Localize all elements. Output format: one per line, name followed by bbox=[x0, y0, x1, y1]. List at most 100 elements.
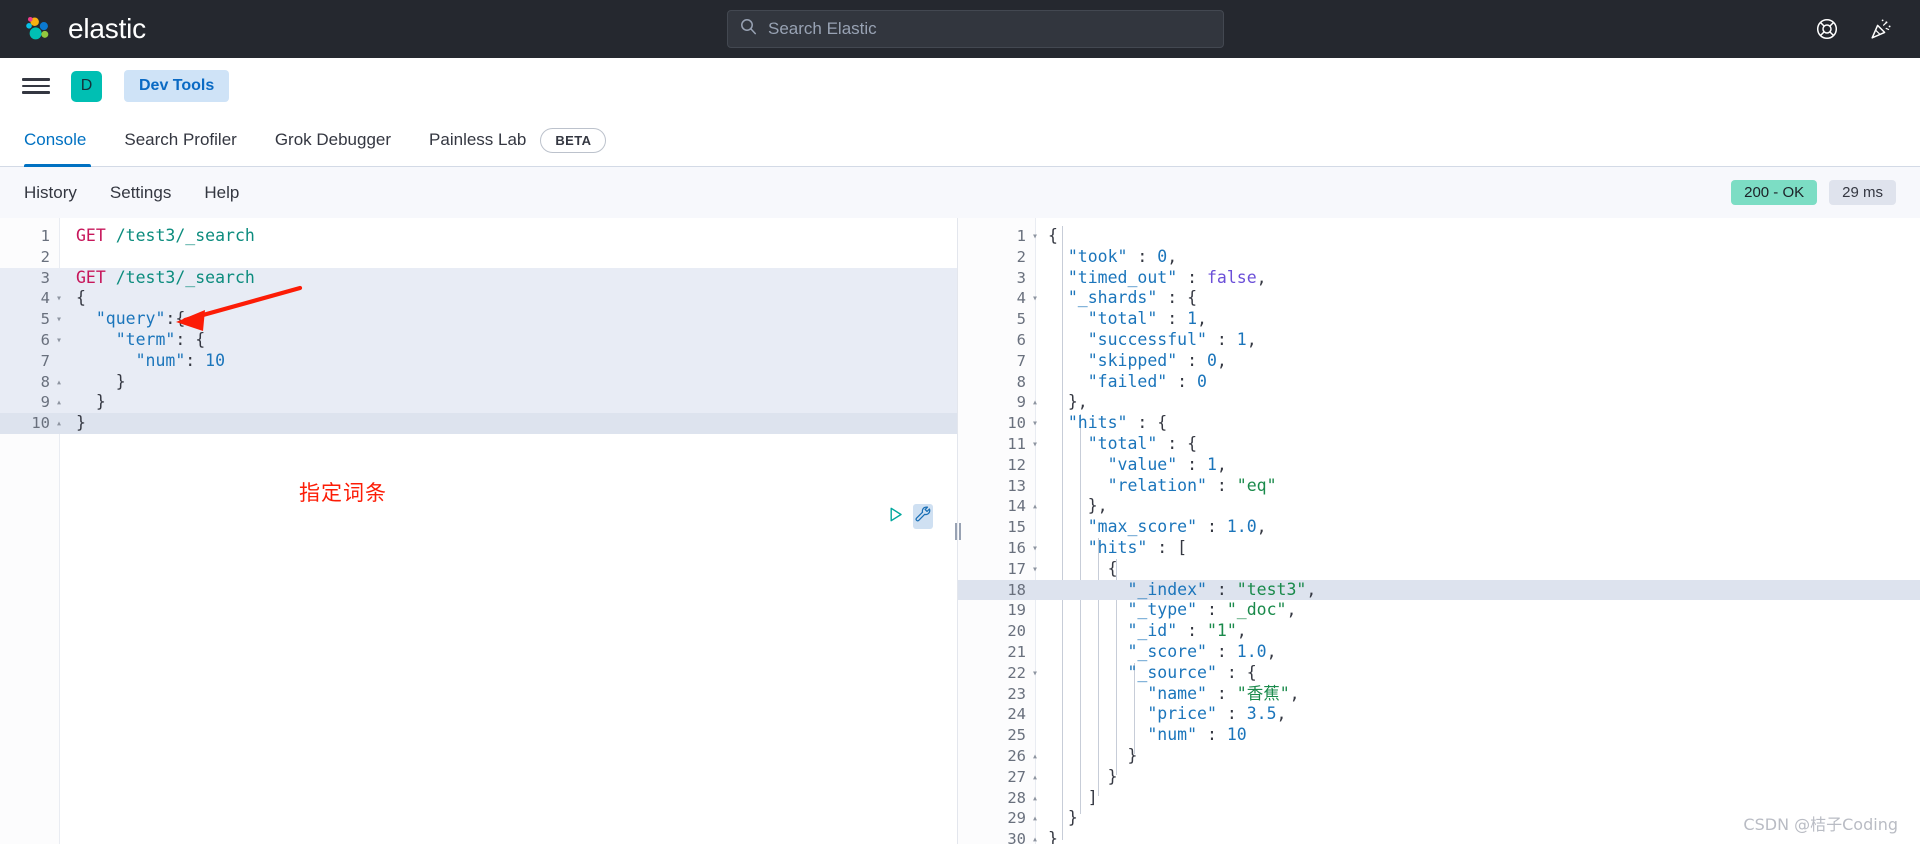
code-fold-toggle-icon[interactable]: ▾ bbox=[56, 288, 72, 309]
tab-console-label: Console bbox=[24, 130, 87, 149]
response-line[interactable]: 11 ▾ "total" : { bbox=[958, 434, 1920, 455]
response-line-number: 9 bbox=[1016, 393, 1026, 412]
response-line[interactable]: 26 ▴ } bbox=[958, 746, 1920, 767]
response-line[interactable]: 2 "took" : 0, bbox=[958, 247, 1920, 268]
response-line[interactable]: 10 ▾ "hits" : { bbox=[958, 413, 1920, 434]
response-line[interactable]: 24 "price" : 3.5, bbox=[958, 704, 1920, 725]
request-line-text: GET /test3/_search bbox=[76, 267, 255, 287]
response-line-text: "_index" : "test3", bbox=[1127, 579, 1317, 599]
response-line[interactable]: 3 "timed_out" : false, bbox=[958, 268, 1920, 289]
response-line[interactable]: 27 ▴ } bbox=[958, 767, 1920, 788]
code-fold-toggle-icon[interactable]: ▴ bbox=[1032, 829, 1048, 844]
pane-splitter[interactable] bbox=[952, 218, 964, 844]
response-line[interactable]: 8 "failed" : 0 bbox=[958, 372, 1920, 393]
response-line-text: "name" : "香蕉", bbox=[1147, 683, 1300, 703]
response-line[interactable]: 14 ▴ }, bbox=[958, 496, 1920, 517]
response-line[interactable]: 7 "skipped" : 0, bbox=[958, 351, 1920, 372]
breadcrumb-dev-tools[interactable]: Dev Tools bbox=[124, 70, 230, 102]
response-line[interactable]: 21 "_score" : 1.0, bbox=[958, 642, 1920, 663]
response-viewer-code[interactable]: 1 ▾{2 "took" : 0, 3 "timed_out" : false, 4 ▾… bbox=[958, 218, 1920, 844]
request-line[interactable]: 3 GET /test3/_search bbox=[0, 267, 957, 289]
code-fold-toggle-icon[interactable]: ▴ bbox=[1032, 392, 1048, 413]
response-line-number: 7 bbox=[1016, 351, 1026, 370]
response-line-text: ] bbox=[1087, 787, 1098, 807]
request-line[interactable]: 1 GET /test3/_search bbox=[0, 226, 957, 247]
space-avatar[interactable]: D bbox=[71, 70, 102, 102]
menu-item-help[interactable]: Help bbox=[204, 183, 239, 203]
code-fold-toggle-icon[interactable]: ▾ bbox=[56, 309, 72, 330]
request-line[interactable]: 6 ▾ "term": { bbox=[0, 329, 957, 351]
request-line[interactable]: 8 ▴ } bbox=[0, 371, 957, 393]
response-line[interactable]: 22 ▾ "_source" : { bbox=[958, 663, 1920, 684]
response-line[interactable]: 18 "_index" : "test3", bbox=[958, 579, 1920, 601]
response-line[interactable]: 4 ▾ "_shards" : { bbox=[958, 288, 1920, 309]
help-lifebuoy-icon[interactable] bbox=[1814, 16, 1840, 42]
code-fold-toggle-icon[interactable]: ▾ bbox=[1032, 559, 1048, 580]
response-line[interactable]: 17 ▾ { bbox=[958, 559, 1920, 580]
response-line[interactable]: 15 "max_score" : 1.0, bbox=[958, 517, 1920, 538]
menu-item-history[interactable]: History bbox=[24, 183, 77, 203]
request-line[interactable]: 2 bbox=[0, 247, 957, 268]
console-menu-bar: History Settings Help 200 - OK 29 ms bbox=[0, 167, 1920, 218]
brand: elastic bbox=[0, 13, 146, 45]
code-fold-toggle-icon[interactable]: ▴ bbox=[1032, 788, 1048, 809]
code-fold-toggle-icon[interactable]: ▴ bbox=[56, 413, 72, 434]
code-fold-toggle-icon[interactable]: ▾ bbox=[1032, 288, 1048, 309]
code-fold-toggle-icon[interactable]: ▾ bbox=[1032, 538, 1048, 559]
code-fold-toggle-icon[interactable]: ▴ bbox=[56, 392, 72, 413]
tab-painless-lab[interactable]: Painless Lab BETA bbox=[410, 114, 625, 166]
response-line[interactable]: 25 "num" : 10 bbox=[958, 725, 1920, 746]
response-line-number: 13 bbox=[1007, 476, 1026, 495]
request-line[interactable]: 4 ▾{ bbox=[0, 288, 957, 310]
tab-console[interactable]: Console bbox=[24, 114, 105, 167]
search-icon bbox=[740, 18, 757, 40]
code-fold-toggle-icon[interactable]: ▴ bbox=[1032, 746, 1048, 767]
code-fold-toggle-icon[interactable]: ▴ bbox=[1032, 767, 1048, 788]
response-line[interactable]: 6 "successful" : 1, bbox=[958, 330, 1920, 351]
response-line-text: "_shards" : { bbox=[1067, 288, 1198, 308]
tab-search-profiler[interactable]: Search Profiler bbox=[105, 114, 255, 166]
code-fold-toggle-icon[interactable]: ▾ bbox=[1032, 226, 1048, 247]
code-fold-toggle-icon[interactable]: ▾ bbox=[1032, 413, 1048, 434]
code-fold-toggle-icon[interactable]: ▴ bbox=[56, 372, 72, 393]
response-line[interactable]: 23 "name" : "香蕉", bbox=[958, 684, 1920, 705]
request-line-number: 5 bbox=[40, 310, 50, 329]
response-line[interactable]: 9 ▴ }, bbox=[958, 392, 1920, 413]
global-search-input[interactable]: Search Elastic bbox=[727, 10, 1224, 48]
wrench-icon[interactable] bbox=[913, 504, 933, 529]
beta-badge: BETA bbox=[540, 127, 607, 153]
request-editor-pane[interactable]: 1 GET /test3/_search 2 3 GET /test3/_search 4… bbox=[0, 218, 958, 844]
hamburger-menu-icon[interactable] bbox=[22, 75, 50, 97]
response-line[interactable]: 20 "_id" : "1", bbox=[958, 621, 1920, 642]
response-line[interactable]: 28 ▴ ] bbox=[958, 788, 1920, 809]
annotation-label: 指定词条 bbox=[299, 481, 387, 505]
request-line[interactable]: 9 ▴ } bbox=[0, 392, 957, 414]
response-line[interactable]: 5 "total" : 1, bbox=[958, 309, 1920, 330]
request-line[interactable]: 10 ▴} bbox=[0, 413, 957, 434]
status-badge-code: 200 - OK bbox=[1731, 180, 1818, 205]
code-fold-toggle-icon[interactable]: ▴ bbox=[1032, 808, 1048, 829]
code-fold-toggle-icon[interactable]: ▴ bbox=[1032, 496, 1048, 517]
party-popper-icon[interactable] bbox=[1868, 16, 1894, 42]
response-line[interactable]: 13 "relation" : "eq" bbox=[958, 476, 1920, 497]
response-line[interactable]: 1 ▾{ bbox=[958, 226, 1920, 247]
response-line-number: 29 bbox=[1007, 809, 1026, 828]
tab-grok-debugger[interactable]: Grok Debugger bbox=[256, 114, 410, 166]
request-editor-code[interactable]: 1 GET /test3/_search 2 3 GET /test3/_search 4… bbox=[0, 218, 957, 434]
request-line[interactable]: 7 "num": 10 bbox=[0, 350, 957, 372]
code-fold-toggle-icon[interactable]: ▾ bbox=[1032, 663, 1048, 684]
request-line[interactable]: 5 ▾ "query":{ bbox=[0, 309, 957, 330]
response-line-text: "value" : 1, bbox=[1107, 454, 1227, 474]
response-line-number: 8 bbox=[1016, 372, 1026, 391]
response-line[interactable]: 12 "value" : 1, bbox=[958, 455, 1920, 476]
code-fold-toggle-icon[interactable]: ▾ bbox=[56, 330, 72, 351]
response-line-number: 2 bbox=[1016, 247, 1026, 266]
menu-item-settings[interactable]: Settings bbox=[110, 183, 171, 203]
code-fold-toggle-icon[interactable]: ▾ bbox=[1032, 434, 1048, 455]
response-viewer-pane[interactable]: 1 ▾{2 "took" : 0, 3 "timed_out" : false, 4 ▾… bbox=[958, 218, 1920, 844]
response-line-text: } bbox=[1107, 766, 1118, 786]
global-search-placeholder: Search Elastic bbox=[768, 19, 877, 38]
response-line[interactable]: 19 "_type" : "_doc", bbox=[958, 600, 1920, 621]
response-line[interactable]: 16 ▾ "hits" : [ bbox=[958, 538, 1920, 559]
play-triangle-icon[interactable] bbox=[888, 506, 904, 528]
